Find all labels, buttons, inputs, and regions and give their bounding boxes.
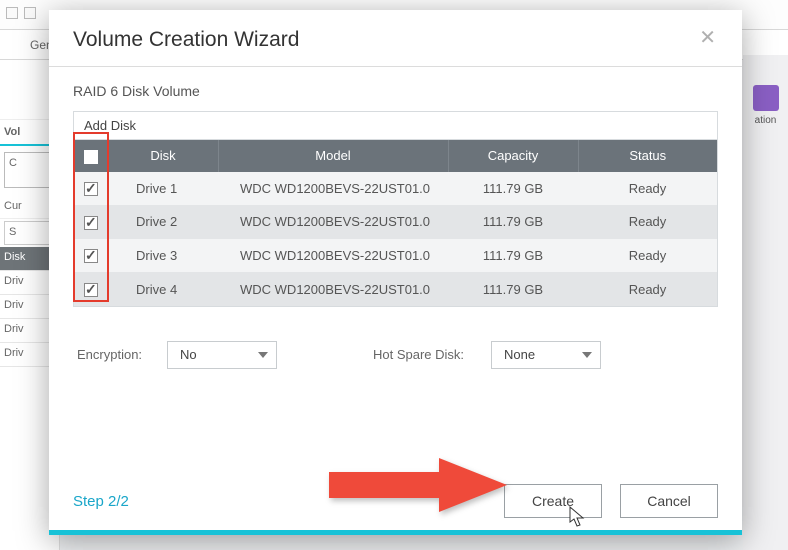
bg-side-s: S [4, 221, 55, 245]
col-disk: Disk [108, 140, 218, 172]
cell-model: WDC WD1200BEVS-22UST01.0 [218, 272, 448, 306]
bg-right-label: ation [743, 115, 788, 126]
row-checkbox[interactable] [84, 283, 98, 297]
header-checkbox-cell[interactable] [74, 140, 108, 172]
create-button-label: Create [532, 493, 574, 509]
row-checkbox[interactable] [84, 182, 98, 196]
col-capacity: Capacity [448, 140, 578, 172]
disk-table: Disk Model Capacity Status Drive 1WDC WD… [74, 140, 717, 306]
dialog-title: Volume Creation Wizard [73, 28, 299, 52]
cell-capacity: 111.79 GB [448, 272, 578, 306]
row-checkbox[interactable] [84, 216, 98, 230]
step-indicator: Step 2/2 [73, 493, 129, 510]
encryption-label: Encryption: [77, 347, 149, 362]
cell-capacity: 111.79 GB [448, 239, 578, 273]
accent-bar [49, 530, 742, 535]
cell-disk: Drive 3 [108, 239, 218, 273]
disk-table-container: Add Disk Disk Model Capacity Status Driv… [73, 111, 718, 307]
cell-status: Ready [578, 205, 717, 239]
hot-spare-select[interactable]: None [491, 341, 601, 369]
cell-model: WDC WD1200BEVS-22UST01.0 [218, 205, 448, 239]
cell-disk: Drive 1 [108, 172, 218, 206]
close-icon[interactable]: ✕ [697, 28, 718, 48]
create-button[interactable]: Create [504, 484, 602, 518]
chevron-down-icon [582, 352, 592, 358]
chevron-down-icon [258, 352, 268, 358]
row-checkbox[interactable] [84, 249, 98, 263]
select-all-checkbox[interactable] [84, 150, 98, 164]
cell-disk: Drive 2 [108, 205, 218, 239]
add-disk-button[interactable]: Add Disk [74, 112, 717, 140]
cancel-button-label: Cancel [647, 493, 691, 509]
cell-status: Ready [578, 239, 717, 273]
table-row[interactable]: Drive 2WDC WD1200BEVS-22UST01.0111.79 GB… [74, 205, 717, 239]
cell-status: Ready [578, 272, 717, 306]
table-row[interactable]: Drive 4WDC WD1200BEVS-22UST01.0111.79 GB… [74, 272, 717, 306]
hot-spare-label: Hot Spare Disk: [373, 347, 473, 362]
cell-status: Ready [578, 172, 717, 206]
encryption-select[interactable]: No [167, 341, 277, 369]
cell-disk: Drive 4 [108, 272, 218, 306]
cell-capacity: 111.79 GB [448, 205, 578, 239]
table-row[interactable]: Drive 1WDC WD1200BEVS-22UST01.0111.79 GB… [74, 172, 717, 206]
encryption-value: No [180, 347, 197, 362]
cancel-button[interactable]: Cancel [620, 484, 718, 518]
cell-model: WDC WD1200BEVS-22UST01.0 [218, 172, 448, 206]
cell-model: WDC WD1200BEVS-22UST01.0 [218, 239, 448, 273]
bg-right-icon [753, 85, 779, 111]
volume-creation-wizard-dialog: Volume Creation Wizard ✕ RAID 6 Disk Vol… [49, 10, 742, 535]
volume-type-label: RAID 6 Disk Volume [73, 83, 718, 99]
table-row[interactable]: Drive 3WDC WD1200BEVS-22UST01.0111.79 GB… [74, 239, 717, 273]
hot-spare-value: None [504, 347, 535, 362]
col-status: Status [578, 140, 717, 172]
bg-side-c: C [4, 152, 55, 188]
cell-capacity: 111.79 GB [448, 172, 578, 206]
col-model: Model [218, 140, 448, 172]
